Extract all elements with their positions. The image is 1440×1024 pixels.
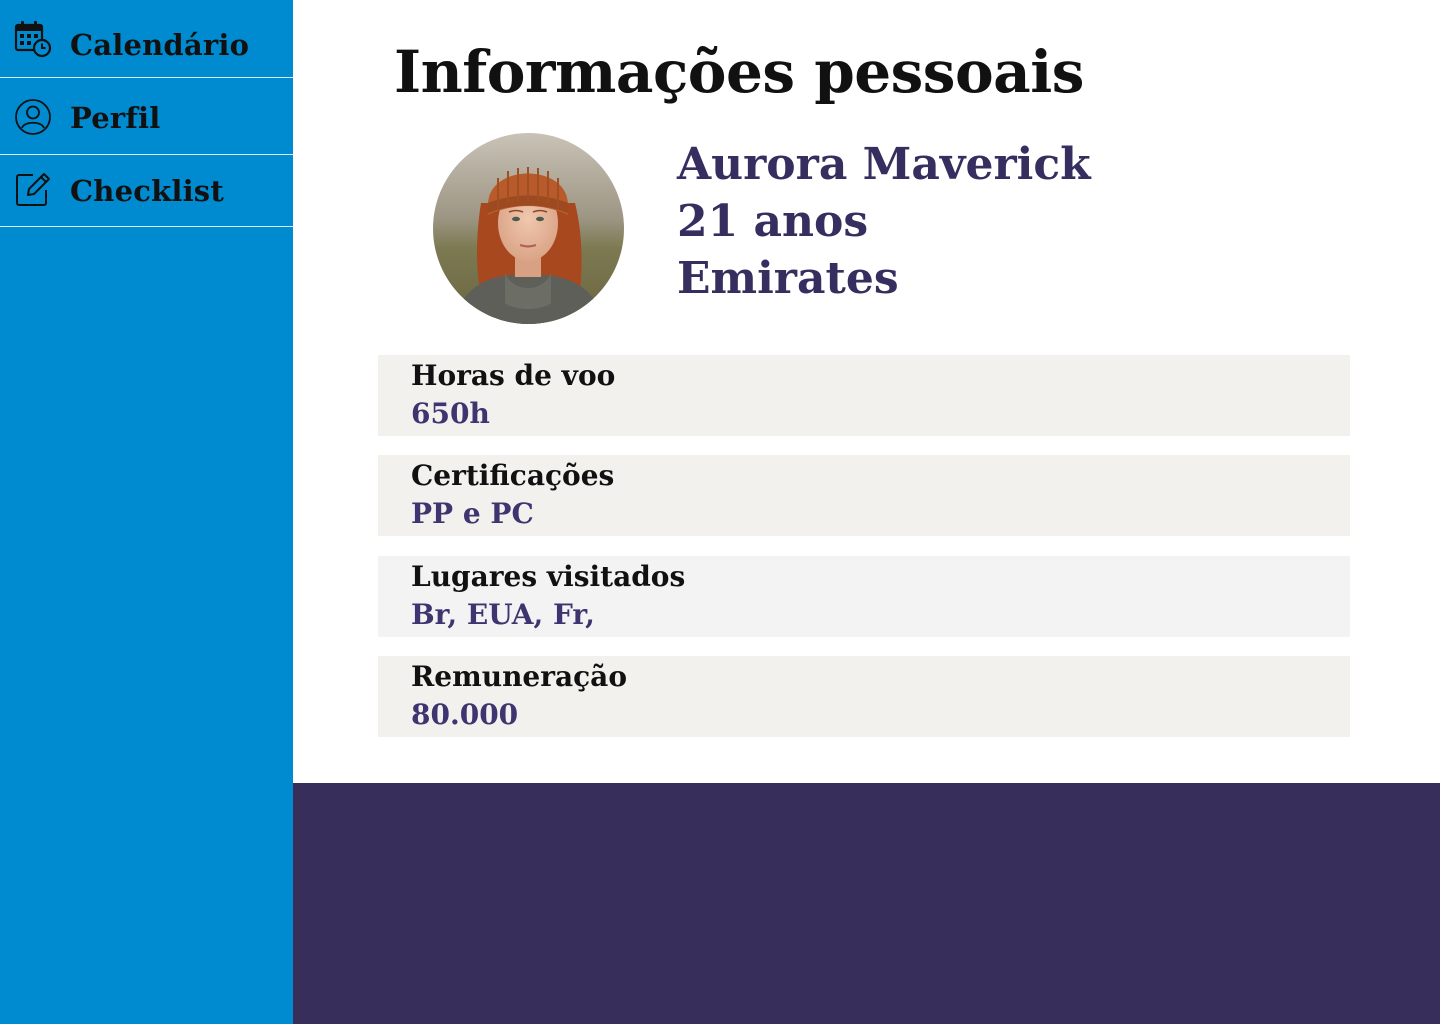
profile-info: Aurora Maverick 21 anos Emirates (677, 136, 1091, 307)
card-value: 80.000 (411, 698, 519, 731)
card-label: Remuneração (411, 660, 628, 693)
card-value: PP e PC (411, 497, 534, 530)
sidebar: Calendário Perfil Checklist (0, 0, 293, 1024)
divider (0, 226, 293, 227)
user-circle-icon (14, 98, 52, 136)
card-label: Horas de voo (411, 359, 616, 392)
sidebar-item-label: Checklist (70, 174, 224, 208)
page-title: Informações pessoais (394, 38, 1084, 106)
sidebar-item-label: Perfil (70, 101, 161, 135)
info-card-lugares-visitados: Lugares visitados Br, EUA, Fr, (378, 556, 1350, 637)
main-content: Informações pessoais Aurora Maverick 21 … (293, 0, 1440, 783)
card-label: Certificações (411, 459, 615, 492)
info-card-certificacoes: Certificações PP e PC (378, 455, 1350, 536)
footer (293, 783, 1440, 1024)
sidebar-item-calendario[interactable]: Calendário (0, 8, 293, 74)
sidebar-item-perfil[interactable]: Perfil (0, 82, 293, 152)
profile-airline: Emirates (677, 253, 899, 304)
sidebar-item-checklist[interactable]: Checklist (0, 158, 293, 224)
profile-age: 21 anos (677, 196, 869, 247)
divider (0, 77, 293, 78)
app-root: Calendário Perfil Checklist Informações … (0, 0, 1440, 1024)
info-card-remuneracao: Remuneração 80.000 (378, 656, 1350, 737)
card-value: 650h (411, 397, 490, 430)
calendar-clock-icon (14, 20, 52, 58)
sidebar-item-label: Calendário (70, 28, 250, 62)
card-label: Lugares visitados (411, 560, 686, 593)
divider (0, 154, 293, 155)
card-value: Br, EUA, Fr, (411, 598, 595, 631)
avatar (433, 133, 624, 324)
info-card-horas-de-voo: Horas de voo 650h (378, 355, 1350, 436)
profile-name: Aurora Maverick (677, 139, 1091, 190)
edit-icon (14, 170, 52, 208)
